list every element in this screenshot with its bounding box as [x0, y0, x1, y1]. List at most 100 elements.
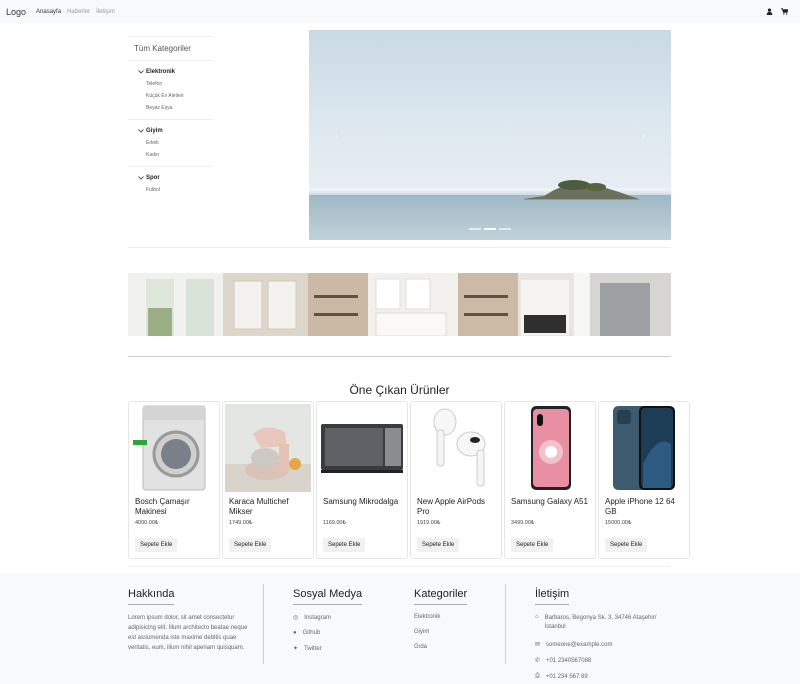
cart-icon[interactable]: [781, 8, 788, 15]
home-icon: ⌂: [535, 614, 539, 620]
footer-heading: Hakkında: [128, 588, 175, 605]
add-to-cart-button[interactable]: Sepete Ekle: [605, 538, 648, 552]
category-electronics: Elektronik Telefon Küçük Ev Aletleri Bey…: [128, 61, 213, 120]
subcategory-link[interactable]: Kadın: [138, 152, 213, 158]
email-text: someone@example.com: [546, 641, 613, 648]
contact-address: ⌂ Barbaros, Begonya Sk. 3, 34746 Ataşehir…: [535, 614, 660, 632]
social-link-twitter[interactable]: ✦ Twitter: [293, 645, 393, 653]
hero-carousel[interactable]: ‹ ›: [309, 30, 671, 240]
category-header[interactable]: Spor: [138, 175, 213, 181]
product-image: [507, 404, 593, 492]
footer-contact: İletişim ⌂ Barbaros, Begonya Sk. 3, 34746…: [535, 584, 660, 680]
category-header[interactable]: Elektronik: [138, 69, 213, 75]
subcategory-link[interactable]: Beyaz Eşya: [138, 105, 213, 111]
nav-link-home[interactable]: Anasayfa: [36, 9, 61, 15]
product-price: 1169.00₺: [323, 520, 346, 526]
product-price: 15000.00₺: [605, 520, 632, 526]
link-label: Instagram: [304, 614, 331, 621]
add-to-cart-button[interactable]: Sepete Ekle: [511, 538, 554, 552]
product-card[interactable]: Karaca Multichef Mikser 1749.00₺ Sepete …: [222, 401, 314, 559]
category-name: Spor: [146, 175, 160, 181]
carousel-next-icon[interactable]: ›: [642, 130, 645, 141]
product-image: [131, 404, 217, 492]
carousel-dot[interactable]: [484, 228, 496, 230]
carousel-dot[interactable]: [469, 228, 481, 230]
sea-image: [309, 195, 671, 240]
link-label: Github: [302, 630, 321, 636]
divider: [128, 247, 671, 248]
divider: [128, 356, 671, 357]
nav-link-contact[interactable]: İletişim: [96, 9, 115, 15]
chevron-down-icon: [138, 176, 144, 180]
footer-categories: Kategoriler Elektronik Giyim Gıda: [414, 584, 494, 650]
footer-category-link[interactable]: Giyim: [414, 629, 494, 635]
product-card[interactable]: Samsung Mikrodalga 1169.00₺ Sepete Ekle: [316, 401, 408, 559]
nav-icons: [766, 8, 788, 15]
carousel-indicators: [469, 228, 511, 230]
about-text: Lorem ipsum dolor, sit amet consectetur …: [128, 615, 248, 651]
featured-title: Öne Çıkan Ürünler: [349, 383, 450, 397]
nav-link-news[interactable]: Haberler: [67, 9, 90, 15]
product-price: 1919.00₺: [417, 520, 441, 526]
social-link-github[interactable]: ● Github: [293, 630, 393, 636]
phone-text: +01 2340567088: [546, 657, 592, 664]
contact-email[interactable]: ✉ someone@example.com: [535, 641, 660, 649]
carousel-prev-icon[interactable]: ‹: [335, 130, 338, 141]
github-icon: ●: [293, 630, 297, 636]
twitter-icon: ✦: [293, 646, 299, 652]
add-to-cart-button[interactable]: Sepete Ekle: [229, 538, 272, 552]
category-sport: Spor Futbol: [128, 167, 213, 201]
footer-social: Sosyal Medya ◎ Instagram ● Github ✦ Twitter: [293, 584, 393, 652]
category-name: Giyim: [146, 128, 163, 134]
footer-heading: İletişim: [535, 588, 570, 605]
add-to-cart-button[interactable]: Sepete Ekle: [135, 538, 178, 552]
product-price: 4000.00₺: [135, 520, 159, 526]
divider: [128, 566, 671, 567]
footer-about: Hakkında Lorem ipsum dolor, sit amet con…: [128, 584, 256, 653]
chevron-down-icon: [138, 70, 144, 74]
contact-fax: ⎙ +01 234 567 89: [535, 673, 660, 680]
product-image: [413, 404, 499, 492]
contact-phone[interactable]: ✆ +01 2340567088: [535, 657, 660, 665]
product-name: Apple iPhone 12 64 GB: [605, 497, 675, 516]
product-price: 1749.00₺: [229, 520, 253, 526]
product-list: Bosch Çamaşır Makinesi 4000.00₺ Sepete E…: [128, 401, 690, 559]
footer-category-link[interactable]: Gıda: [414, 644, 494, 650]
phone-icon: ✆: [535, 658, 541, 664]
category-name: Elektronik: [146, 69, 176, 75]
carousel-dot[interactable]: [499, 228, 511, 230]
social-link-instagram[interactable]: ◎ Instagram: [293, 614, 393, 622]
product-image: [601, 404, 687, 492]
printer-icon: ⎙: [535, 673, 540, 679]
add-to-cart-button[interactable]: Sepete Ekle: [417, 538, 460, 552]
product-image: [225, 404, 311, 492]
subcategory-link[interactable]: Telefon: [138, 81, 213, 87]
user-icon[interactable]: [766, 8, 773, 15]
address-text: Barbaros, Begonya Sk. 3, 34746 Ataşehir/…: [544, 615, 657, 630]
product-card[interactable]: New Apple AirPods Pro 1919.00₺ Sepete Ek…: [410, 401, 502, 559]
product-name: Karaca Multichef Mikser: [229, 497, 289, 516]
logo[interactable]: Logo: [6, 7, 26, 17]
product-card[interactable]: Apple iPhone 12 64 GB 15000.00₺ Sepete E…: [598, 401, 690, 559]
subcategory-link[interactable]: Küçük Ev Aletleri: [138, 93, 213, 99]
chevron-down-icon: [138, 129, 144, 133]
instagram-icon: ◎: [293, 615, 299, 621]
subcategory-link[interactable]: Erkek: [138, 140, 213, 146]
envelope-icon: ✉: [535, 642, 541, 648]
footer-divider: [263, 584, 264, 664]
footer-category-link[interactable]: Elektronik: [414, 614, 494, 620]
product-name: Samsung Mikrodalga: [323, 497, 399, 506]
category-header[interactable]: Giyim: [138, 128, 213, 134]
product-card[interactable]: Samsung Galaxy A51 3499.00₺ Sepete Ekle: [504, 401, 596, 559]
kitchen-image: [128, 273, 671, 336]
footer: Hakkında Lorem ipsum dolor, sit amet con…: [0, 574, 800, 684]
fax-text: +01 234 567 89: [545, 673, 588, 680]
product-image: [319, 404, 405, 492]
footer-heading: Kategoriler: [414, 588, 468, 605]
add-to-cart-button[interactable]: Sepete Ekle: [323, 538, 366, 552]
kitchen-banner[interactable]: [128, 273, 671, 336]
footer-divider: [505, 584, 506, 664]
product-card[interactable]: Bosch Çamaşır Makinesi 4000.00₺ Sepete E…: [128, 401, 220, 559]
category-clothing: Giyim Erkek Kadın: [128, 120, 213, 167]
subcategory-link[interactable]: Futbol: [138, 187, 213, 193]
